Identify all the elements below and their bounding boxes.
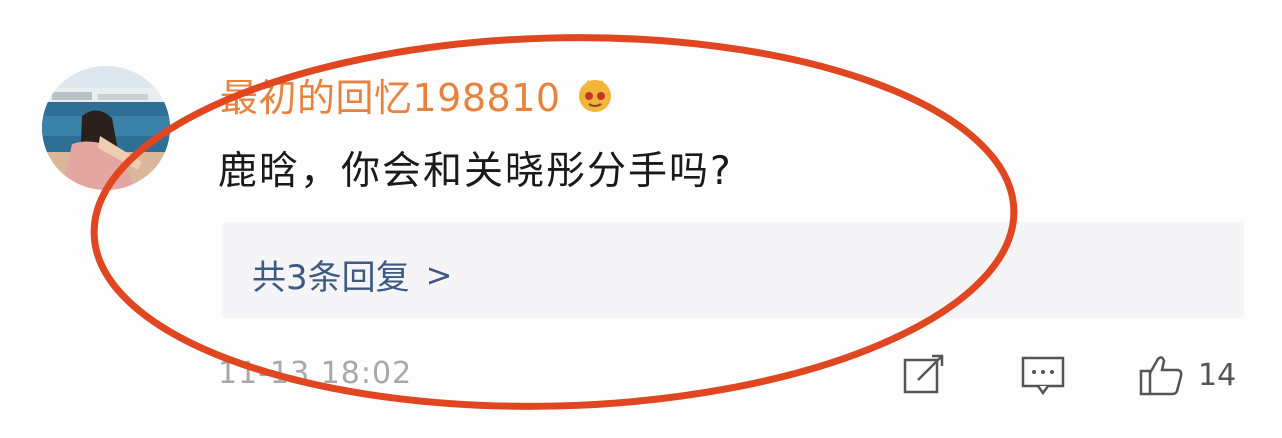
crown-face-icon bbox=[578, 80, 611, 112]
username[interactable]: 最初的回忆198810 bbox=[220, 67, 561, 122]
thumbs-up-icon bbox=[1139, 356, 1183, 396]
replies-box[interactable]: 共3条回复 > bbox=[222, 222, 1244, 318]
comment-text: 鹿晗，你会和关晓彤分手吗? bbox=[218, 149, 733, 194]
avatar[interactable] bbox=[42, 66, 170, 190]
comment-card: 最初的回忆198810 鹿晗，你会和关晓彤分手吗? 共3条回复 > 11-13 … bbox=[0, 0, 1282, 438]
highlight-ellipse bbox=[90, 34, 1018, 410]
comment-button[interactable] bbox=[1020, 352, 1066, 398]
replies-label: 共3条回复 bbox=[252, 258, 410, 298]
share-button[interactable] bbox=[902, 352, 946, 398]
username-row: 最初的回忆198810 bbox=[220, 68, 615, 120]
view-replies-link[interactable]: 共3条回复 > bbox=[252, 250, 452, 299]
share-edit-icon bbox=[903, 354, 944, 394]
like-count: 14 bbox=[1198, 357, 1237, 393]
chevron-right-icon: > bbox=[425, 255, 453, 294]
comment-bubble-icon bbox=[1021, 356, 1065, 396]
like-button[interactable]: 14 bbox=[1138, 352, 1236, 398]
timestamp: 11-13 18:02 bbox=[218, 356, 413, 391]
